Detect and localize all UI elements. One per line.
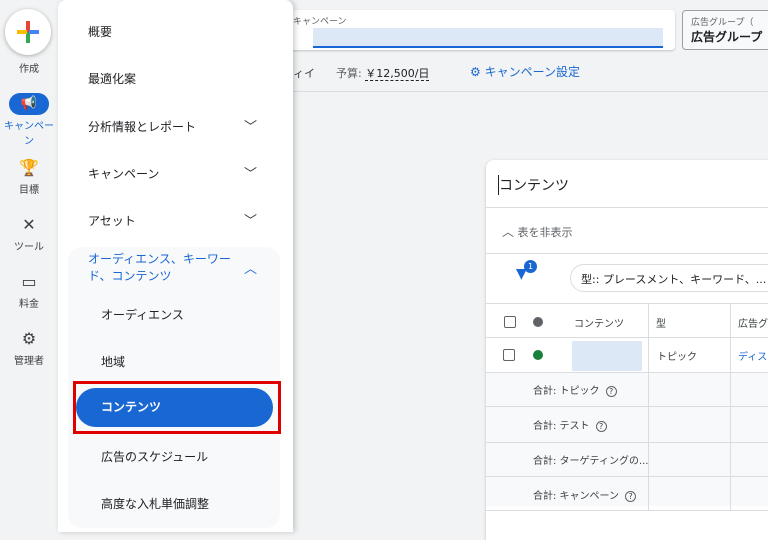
rail-item-goals[interactable]: 🏆 目標 bbox=[0, 158, 58, 196]
content-card: コンテンツ ︿ 表を非表示 ▼ 1 型:: プレースメント、キーワード、... コ… bbox=[486, 160, 768, 540]
menu-item-recommendations[interactable]: 最適化案 bbox=[88, 70, 136, 87]
trophy-icon: 🏆 bbox=[19, 158, 39, 177]
filter-count-badge: 1 bbox=[524, 260, 537, 273]
campaign-name-redacted bbox=[313, 28, 663, 48]
rail-label: キャンペーン bbox=[4, 121, 54, 147]
rail-item-billing[interactable]: ▭ 料金 bbox=[0, 272, 58, 310]
menu-item-campaigns[interactable]: キャンペーン bbox=[88, 165, 159, 182]
row-adgroup-link[interactable]: ディス bbox=[738, 348, 767, 363]
chevron-up-icon[interactable]: ︿ bbox=[244, 258, 257, 277]
campaign-label: キャンペーン bbox=[293, 17, 347, 27]
megaphone-icon: 📢 bbox=[9, 93, 49, 115]
status-header-icon bbox=[533, 317, 543, 327]
menu-item-ad-schedule[interactable]: 広告のスケジュール bbox=[101, 448, 208, 465]
chevron-down-icon[interactable]: ﹀ bbox=[244, 163, 257, 182]
rail-item-admin[interactable]: ⚙ 管理者 bbox=[0, 329, 58, 367]
total-row: 合計: ターゲティングの... bbox=[533, 456, 649, 467]
campaign-selector[interactable]: キャンペーン bbox=[285, 10, 675, 50]
menu-item-overview[interactable]: 概要 bbox=[88, 23, 112, 40]
budget[interactable]: 予算: ￥12,500/日 bbox=[336, 65, 430, 81]
adgroup-label: 広告グループ（ bbox=[691, 18, 754, 28]
hide-table-button[interactable]: ︿ 表を非表示 bbox=[502, 223, 573, 240]
menu-item-locations[interactable]: 地域 bbox=[101, 353, 125, 370]
plus-icon bbox=[17, 21, 39, 43]
settings-label: キャンペーン設定 bbox=[484, 65, 580, 79]
content-name-redacted bbox=[572, 341, 642, 371]
menu-item-assets[interactable]: アセット bbox=[88, 212, 136, 229]
column-header-adgroup[interactable]: 広告グ bbox=[738, 315, 768, 330]
rail-item-campaigns[interactable]: 📢 キャンペーン bbox=[0, 93, 58, 147]
filter-chip[interactable]: 型:: プレースメント、キーワード、... bbox=[570, 264, 768, 292]
status-enabled-icon bbox=[533, 350, 543, 360]
total-row: 合計: テスト? bbox=[533, 417, 607, 432]
column-header-type[interactable]: 型 bbox=[656, 315, 666, 330]
help-icon[interactable]: ? bbox=[595, 421, 607, 432]
row-checkbox[interactable] bbox=[503, 349, 515, 361]
select-all-checkbox[interactable] bbox=[504, 316, 516, 328]
menu-group-title[interactable]: オーディエンス、キーワード、コンテンツ bbox=[88, 251, 238, 285]
create-label: 作成 bbox=[19, 64, 39, 75]
chevron-down-icon[interactable]: ﹀ bbox=[244, 210, 257, 229]
gear-icon: ⚙ bbox=[21, 329, 37, 348]
row-type: トピック bbox=[657, 352, 697, 363]
help-icon[interactable]: ? bbox=[605, 386, 617, 397]
menu-item-audiences[interactable]: オーディエンス bbox=[101, 306, 184, 323]
rail-label: 管理者 bbox=[14, 356, 44, 367]
tools-icon: ✕ bbox=[22, 215, 36, 234]
rail-item-tools[interactable]: ✕ ツール bbox=[0, 215, 58, 253]
menu-item-bid-adjustments[interactable]: 高度な入札単価調整 bbox=[101, 495, 209, 512]
total-row: 合計: キャンペーン? bbox=[533, 487, 637, 502]
chevron-up-icon: ︿ bbox=[502, 225, 515, 239]
adgroup-value: 広告グループ bbox=[691, 30, 763, 44]
help-icon[interactable]: ? bbox=[625, 491, 637, 502]
filter-button[interactable]: ▼ 1 bbox=[516, 260, 537, 282]
divider bbox=[290, 91, 768, 92]
status-text: ィイ bbox=[293, 67, 315, 80]
campaign-settings-link[interactable]: ⚙ キャンペーン設定 bbox=[470, 63, 580, 80]
campaign-nav-menu: 概要 最適化案 分析情報とレポート ﹀ キャンペーン ﹀ アセット ﹀ オーディ… bbox=[58, 0, 293, 532]
hide-table-label: 表を非表示 bbox=[517, 226, 573, 239]
menu-item-insights-reports[interactable]: 分析情報とレポート bbox=[88, 118, 196, 135]
credit-card-icon: ▭ bbox=[21, 272, 37, 291]
chevron-down-icon[interactable]: ﹀ bbox=[244, 116, 257, 135]
highlight-box bbox=[73, 381, 281, 434]
budget-value: ￥12,500/日 bbox=[365, 67, 430, 81]
rail-label: ツール bbox=[14, 242, 44, 253]
rail-label: 料金 bbox=[19, 299, 39, 310]
navigation-rail: 作成 📢 キャンペーン 🏆 目標 ✕ ツール ▭ 料金 ⚙ 管理者 bbox=[0, 0, 58, 532]
create-button[interactable] bbox=[5, 9, 51, 55]
total-row: 合計: トピック? bbox=[533, 382, 617, 397]
gear-icon: ⚙ bbox=[470, 65, 481, 79]
budget-label: 予算: bbox=[336, 67, 362, 80]
rail-label: 目標 bbox=[19, 185, 39, 196]
adgroup-selector[interactable]: 広告グループ（ 広告グループ bbox=[682, 10, 768, 50]
column-header-content[interactable]: コンテンツ bbox=[574, 315, 624, 330]
card-title: コンテンツ bbox=[498, 175, 569, 195]
